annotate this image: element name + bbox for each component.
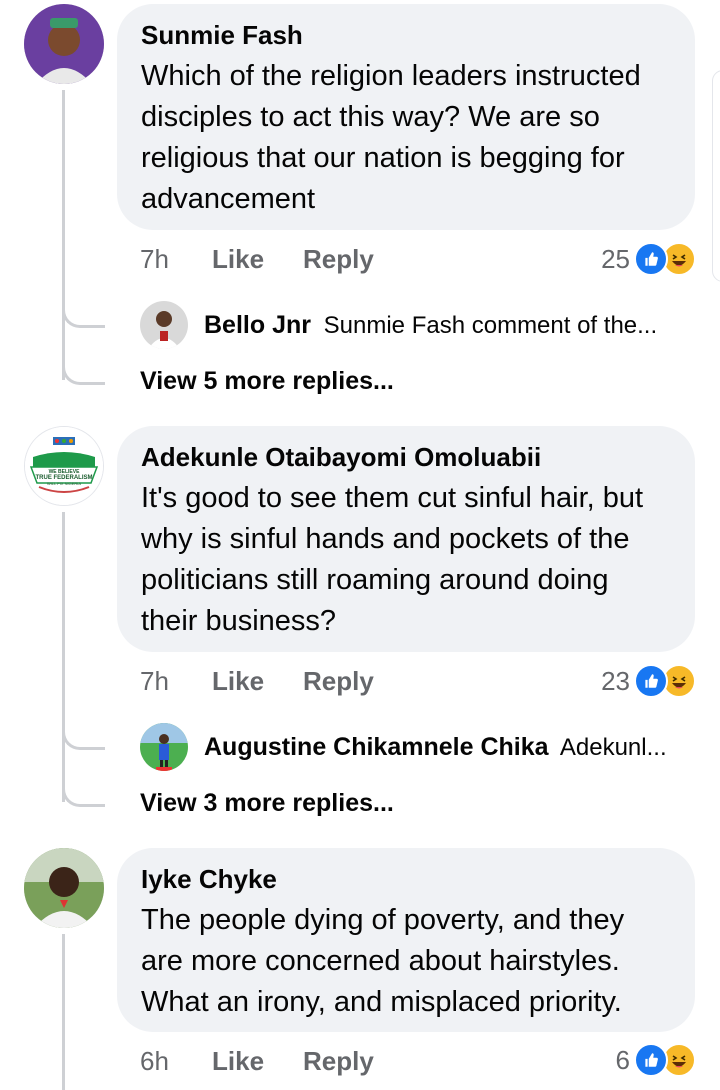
reply-snippet: Sunmie Fash comment of the... (323, 311, 658, 339)
like-button[interactable]: Like (212, 1046, 264, 1077)
like-button[interactable]: Like (212, 666, 264, 697)
reaction-count: 25 (601, 243, 630, 274)
comment-author[interactable]: Adekunle Otaibayomi Omoluabii (141, 442, 671, 472)
like-icon (634, 1043, 668, 1077)
comment-bubble: Iyke Chyke The people dying of poverty, … (117, 848, 695, 1032)
reaction-count: 23 (601, 665, 630, 696)
like-icon (634, 664, 668, 698)
reply-preview[interactable]: Bello Jnr Sunmie Fash comment of the... (140, 301, 700, 349)
like-button[interactable]: Like (212, 244, 264, 275)
comment-time[interactable]: 6h (140, 1046, 169, 1077)
avatar[interactable] (24, 4, 104, 84)
avatar[interactable] (24, 848, 104, 928)
like-icon (634, 242, 668, 276)
comment-author[interactable]: Sunmie Fash (141, 20, 671, 50)
reply-button[interactable]: Reply (303, 244, 374, 275)
reply-snippet: Adekunl... (559, 733, 667, 761)
comment-bubble: Adekunle Otaibayomi Omoluabii It's good … (117, 426, 695, 652)
scroll-edge (712, 70, 720, 282)
comment-time[interactable]: 7h (140, 244, 169, 275)
comment-text: It's good to see them cut sinful hair, b… (141, 482, 644, 637)
comment-text: The people dying of poverty, and they ar… (141, 904, 625, 1018)
comment-author[interactable]: Iyke Chyke (141, 864, 671, 894)
thread-connector (62, 784, 105, 807)
reply-avatar[interactable] (140, 301, 188, 349)
reaction-summary[interactable]: 6 (616, 1043, 696, 1077)
reply-avatar[interactable] (140, 723, 188, 771)
thread-connector (62, 305, 105, 328)
thread-connector (62, 362, 105, 385)
comment-text: Which of the religion leaders instructed… (141, 60, 641, 215)
comment-time[interactable]: 7h (140, 666, 169, 697)
avatar[interactable]: WE BELIEVE TRUE FEDERALISM WILL FIX NIGE… (24, 426, 104, 506)
thread-line (62, 934, 65, 1090)
reply-author[interactable]: Bello Jnr (204, 311, 311, 339)
thread-connector (62, 727, 105, 750)
reply-button[interactable]: Reply (303, 1046, 374, 1077)
view-more-replies[interactable]: View 5 more replies... (140, 367, 394, 396)
reply-button[interactable]: Reply (303, 666, 374, 697)
reaction-summary[interactable]: 23 (601, 664, 696, 698)
thread-line (62, 90, 65, 380)
reply-author[interactable]: Augustine Chikamnele Chika (204, 733, 549, 761)
view-more-replies[interactable]: View 3 more replies... (140, 789, 394, 818)
reply-preview[interactable]: Augustine Chikamnele Chika Adekunl... (140, 723, 700, 771)
reaction-summary[interactable]: 25 (601, 242, 696, 276)
comment-bubble: Sunmie Fash Which of the religion leader… (117, 4, 695, 230)
thread-line (62, 512, 65, 802)
avatar-slogan-line: WILL FIX NIGERIA (47, 481, 81, 486)
reaction-count: 6 (615, 1044, 630, 1075)
